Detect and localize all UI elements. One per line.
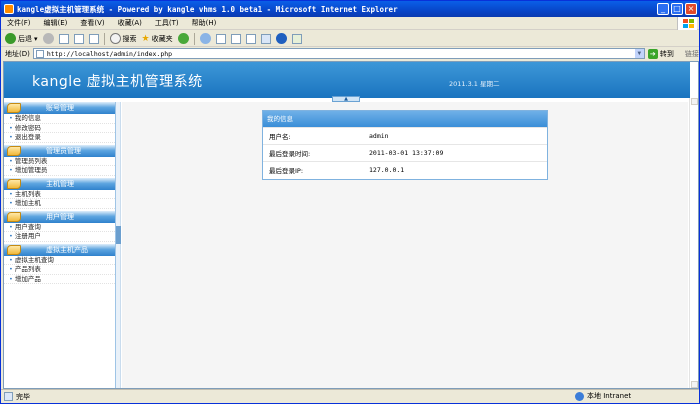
app-title: kangle 虚拟主机管理系统	[32, 74, 203, 90]
sidebar-section-products: 虚拟主机产品 虚拟主机查询 产品列表 增加产品	[4, 243, 115, 284]
back-button[interactable]: 后退 ▾	[5, 33, 38, 44]
refresh-icon[interactable]	[73, 33, 84, 44]
history-icon[interactable]	[199, 33, 211, 44]
chevron-down-icon: ▾	[34, 34, 38, 43]
sidebar-item-host-list[interactable]: 主机列表	[4, 190, 115, 199]
main-content: 我的信息 用户名: admin 最后登录时间: 2011-03-01 13:37…	[122, 102, 688, 388]
folder-icon	[7, 103, 21, 113]
links-button[interactable]: 链接	[685, 49, 699, 59]
menu-favorites[interactable]: 收藏(A)	[118, 18, 142, 28]
sidebar-item-add-admin[interactable]: 增加管理员	[4, 166, 115, 176]
app-banner: kangle 虚拟主机管理系统 2011.3.1 星期二	[4, 62, 690, 98]
forward-button[interactable]	[42, 33, 54, 44]
sidebar-section-account: 账号管理 我的信息 修改密码 退出登录	[4, 102, 115, 143]
window-controls: _ □ ×	[657, 3, 697, 15]
address-label: 地址(D)	[5, 49, 30, 58]
title-bar: kangle虚拟主机管理系统 - Powered by kangle vhms …	[1, 1, 699, 17]
page-viewport: kangle 虚拟主机管理系统 2011.3.1 星期二 ▲ 账号管理 我的信息…	[3, 61, 699, 389]
info-row-username: 用户名: admin	[263, 127, 547, 144]
address-input[interactable]: http://localhost/admin/index.php ▼	[32, 48, 645, 59]
browser-window: kangle虚拟主机管理系统 - Powered by kangle vhms …	[0, 0, 700, 404]
home-icon[interactable]	[88, 33, 99, 44]
sidebar-section-admins: 管理员管理 管理员列表 增加管理员	[4, 144, 115, 176]
page-done-icon	[4, 392, 13, 401]
intranet-icon	[575, 391, 584, 401]
splitter-handle[interactable]	[116, 226, 121, 244]
banner-date: 2011.3.1 星期二	[449, 80, 500, 88]
sidebar-item-product-list[interactable]: 产品列表	[4, 265, 115, 275]
sidebar-heading[interactable]: 主机管理	[4, 177, 115, 190]
close-button[interactable]: ×	[685, 3, 697, 15]
sidebar-item-register-user[interactable]: 注册用户	[4, 232, 115, 242]
info-row-last-login-ip: 最后登录IP: 127.0.0.1	[263, 161, 547, 178]
sidebar-heading[interactable]: 账号管理	[4, 102, 115, 114]
security-zone: 本地 Intranet	[569, 391, 669, 401]
sidebar-item-vhost-search[interactable]: 虚拟主机查询	[4, 256, 115, 265]
media-icon[interactable]	[177, 33, 189, 44]
sidebar-item-admin-list[interactable]: 管理员列表	[4, 157, 115, 166]
maximize-button[interactable]: □	[671, 3, 683, 15]
toolbar: 后退 ▾ 搜索 ★ 收藏夹	[1, 31, 699, 47]
sidebar-item-user-search[interactable]: 用户查询	[4, 223, 115, 232]
star-icon: ★	[141, 33, 150, 44]
address-url: http://localhost/admin/index.php	[46, 49, 173, 58]
folder-icon	[7, 145, 21, 156]
menu-view[interactable]: 查看(V)	[80, 18, 104, 28]
edit-icon[interactable]	[245, 33, 256, 44]
back-arrow-icon	[5, 33, 16, 44]
sidebar-item-add-host[interactable]: 增加主机	[4, 199, 115, 209]
sidebar-heading[interactable]: 用户管理	[4, 210, 115, 223]
page-icon	[35, 49, 44, 58]
sidebar-heading[interactable]: 管理员管理	[4, 144, 115, 157]
folder-icon	[7, 244, 21, 255]
window-title: kangle虚拟主机管理系统 - Powered by kangle vhms …	[17, 4, 398, 14]
folder-icon	[7, 178, 21, 189]
address-dropdown-icon[interactable]: ▼	[634, 49, 644, 58]
sidebar-item-my-info[interactable]: 我的信息	[4, 114, 115, 124]
info-row-last-login-time: 最后登录时间: 2011-03-01 13:37:09	[263, 144, 547, 161]
research-icon[interactable]	[291, 33, 302, 44]
search-button[interactable]: 搜索	[109, 33, 137, 44]
scroll-up-icon[interactable]	[691, 98, 698, 105]
panel-heading: 我的信息	[263, 111, 547, 127]
discuss-icon[interactable]	[260, 33, 271, 44]
menu-file[interactable]: 文件(F)	[7, 18, 31, 28]
my-info-panel: 我的信息 用户名: admin 最后登录时间: 2011-03-01 13:37…	[262, 110, 548, 180]
folder-icon	[7, 211, 21, 222]
sidebar-splitter[interactable]	[116, 102, 121, 388]
messenger-icon[interactable]	[275, 33, 287, 44]
favorites-button[interactable]: ★ 收藏夹	[142, 34, 173, 44]
status-bar: 完毕 本地 Intranet	[1, 389, 699, 403]
sidebar-section-hosts: 主机管理 主机列表 增加主机	[4, 177, 115, 209]
scroll-down-icon[interactable]	[691, 381, 698, 388]
sidebar-heading[interactable]: 虚拟主机产品	[4, 243, 115, 256]
mail-icon[interactable]	[215, 33, 226, 44]
stop-icon[interactable]	[58, 33, 69, 44]
go-arrow-icon: ➔	[647, 48, 658, 59]
sidebar: 账号管理 我的信息 修改密码 退出登录 管理员管理 管理员列表 增加管理员 主机…	[4, 102, 116, 388]
menu-bar: 文件(F) 编辑(E) 查看(V) 收藏(A) 工具(T) 帮助(H)	[1, 17, 699, 30]
menu-tools[interactable]: 工具(T)	[155, 18, 179, 28]
address-bar: 地址(D) http://localhost/admin/index.php ▼…	[1, 47, 699, 60]
sidebar-section-users: 用户管理 用户查询 注册用户	[4, 210, 115, 242]
status-done: 完毕	[1, 392, 451, 402]
sidebar-item-logout[interactable]: 退出登录	[4, 133, 115, 143]
windows-logo-icon	[677, 17, 697, 30]
sidebar-item-change-password[interactable]: 修改密码	[4, 124, 115, 133]
ie-icon	[4, 4, 14, 14]
search-icon	[109, 33, 121, 44]
go-button[interactable]: ➔ 转到	[647, 48, 674, 59]
minimize-button[interactable]: _	[657, 3, 669, 15]
menu-help[interactable]: 帮助(H)	[192, 18, 217, 28]
menu-edit[interactable]: 编辑(E)	[44, 18, 68, 28]
content-scrollbar[interactable]	[689, 98, 698, 388]
print-icon[interactable]	[230, 33, 241, 44]
sidebar-item-add-product[interactable]: 增加产品	[4, 275, 115, 284]
